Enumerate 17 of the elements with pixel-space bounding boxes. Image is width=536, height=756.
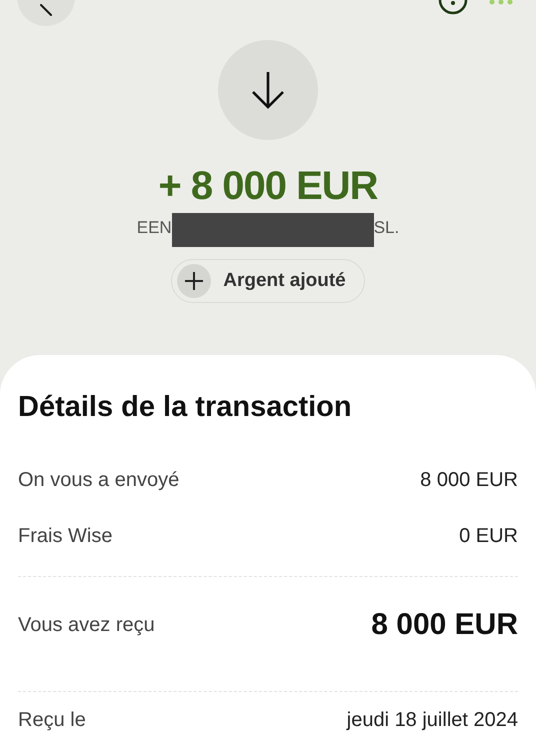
detail-label: Frais Wise xyxy=(18,524,112,548)
amount: + 8 000 EUR xyxy=(158,164,378,209)
detail-value: jeudi 18 juillet 2024 xyxy=(346,708,518,732)
sender-name: EEN xyxy=(136,218,172,238)
detail-label: On vous a envoyé xyxy=(18,468,180,492)
detail-label: Vous avez reçu xyxy=(18,614,155,636)
back-icon xyxy=(40,4,52,16)
sender-name: SL. xyxy=(374,218,400,238)
down-arrow-icon xyxy=(250,70,286,110)
detail-value: 0 EUR xyxy=(459,524,518,548)
section-title: Détails de la transaction xyxy=(18,391,353,424)
status-chip[interactable]: Argent ajouté xyxy=(171,259,365,303)
plus-icon xyxy=(177,264,212,298)
more-icon[interactable] xyxy=(488,0,514,6)
detail-value: 8 000 EUR xyxy=(371,608,518,642)
detail-label: Reçu le xyxy=(18,708,86,732)
detail-value: 8 000 EUR xyxy=(420,468,518,492)
